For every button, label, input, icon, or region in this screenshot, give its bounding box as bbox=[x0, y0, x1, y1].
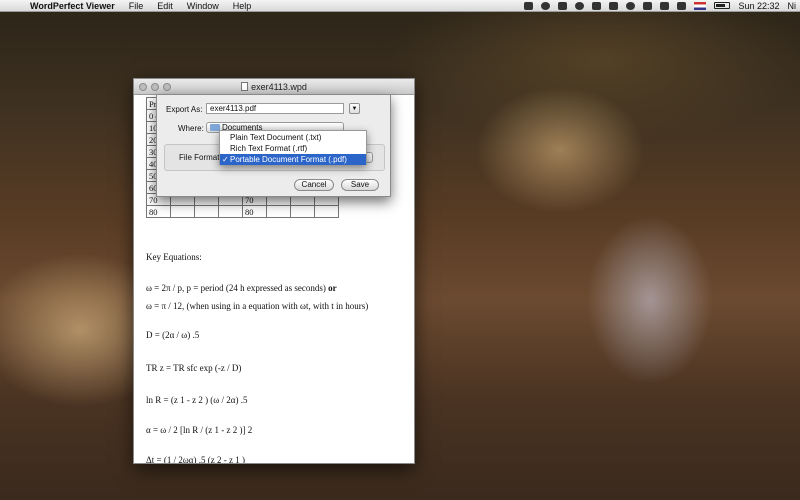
menu-option-pdf[interactable]: ✓ Portable Document Format (.pdf) bbox=[220, 154, 366, 165]
window-title: exer4113.wpd bbox=[134, 79, 414, 95]
menu-window[interactable]: Window bbox=[180, 0, 226, 12]
clipboard-icon[interactable] bbox=[592, 1, 602, 10]
user-name[interactable]: Ni bbox=[788, 1, 797, 11]
equation-line: Δt = (1 / 2ωα) .5 (z 2 - z 1 ) bbox=[146, 455, 245, 464]
table-cell bbox=[290, 205, 315, 218]
wifi-icon[interactable] bbox=[660, 1, 670, 10]
equation-line: D = (2α / ω) .5 bbox=[146, 330, 200, 340]
where-label: Where: bbox=[178, 124, 204, 133]
cancel-button[interactable]: Cancel bbox=[294, 179, 334, 191]
app-menu[interactable]: WordPerfect Viewer bbox=[20, 0, 122, 12]
equation-line: ln R = (z 1 - z 2 ) (ω / 2α) .5 bbox=[146, 395, 248, 405]
window-titlebar[interactable]: exer4113.wpd bbox=[134, 79, 414, 95]
menu-option-pdf-label: Portable Document Format (.pdf) bbox=[230, 155, 347, 164]
table-cell bbox=[218, 205, 243, 218]
menu-edit[interactable]: Edit bbox=[150, 0, 180, 12]
table-cell bbox=[266, 205, 291, 218]
menu-option-rtf[interactable]: Rich Text Format (.rtf) bbox=[220, 143, 366, 154]
file-format-label: File Format bbox=[179, 153, 220, 162]
checkmark-icon: ✓ bbox=[222, 155, 229, 164]
table-row: 80 80 bbox=[146, 205, 339, 218]
equation-line: ω = π / 12, (when using in a equation wi… bbox=[146, 301, 369, 311]
menu-file[interactable]: File bbox=[122, 0, 151, 12]
scanner-icon[interactable] bbox=[524, 1, 534, 10]
status-tray: Sun 22:32 Ni bbox=[524, 1, 800, 11]
document-icon bbox=[241, 81, 249, 91]
table-cell bbox=[314, 205, 339, 218]
menu-bar: WordPerfect Viewer File Edit Window Help… bbox=[0, 0, 800, 12]
bluetooth-icon[interactable] bbox=[643, 1, 653, 10]
equation-line: α = ω / 2 [ln R / (z 1 - z 2 )] 2 bbox=[146, 425, 253, 435]
table-cell: 80 bbox=[146, 205, 171, 218]
table-cell bbox=[170, 205, 195, 218]
battery-icon[interactable] bbox=[714, 2, 731, 9]
input-source-flag-icon[interactable] bbox=[694, 1, 707, 10]
mail-icon[interactable] bbox=[609, 1, 619, 10]
export-as-field[interactable]: exer4113.pdf bbox=[206, 103, 344, 114]
cloud-icon[interactable] bbox=[541, 1, 551, 10]
dropbox-icon[interactable] bbox=[558, 1, 568, 10]
volume-icon[interactable] bbox=[677, 1, 687, 10]
sync-icon[interactable] bbox=[575, 1, 585, 10]
menu-help[interactable]: Help bbox=[226, 0, 259, 12]
table-cell bbox=[194, 205, 219, 218]
export-as-label: Export As: bbox=[166, 105, 203, 114]
time-machine-icon[interactable] bbox=[626, 1, 636, 10]
expand-dialog-button[interactable]: ▼ bbox=[349, 103, 360, 114]
file-format-menu: Plain Text Document (.txt) Rich Text For… bbox=[219, 130, 367, 165]
equation-line: ω = 2π / p, p = period (24 h expressed a… bbox=[146, 283, 337, 293]
equation-line: TR z = TR sfc exp (-z / D) bbox=[146, 363, 242, 373]
table-cell: 80 bbox=[242, 205, 267, 218]
save-button[interactable]: Save bbox=[341, 179, 379, 191]
key-equations-heading: Key Equations: bbox=[146, 252, 202, 262]
clock[interactable]: Sun 22:32 bbox=[738, 1, 779, 11]
menu-option-txt[interactable]: Plain Text Document (.txt) bbox=[220, 132, 366, 143]
